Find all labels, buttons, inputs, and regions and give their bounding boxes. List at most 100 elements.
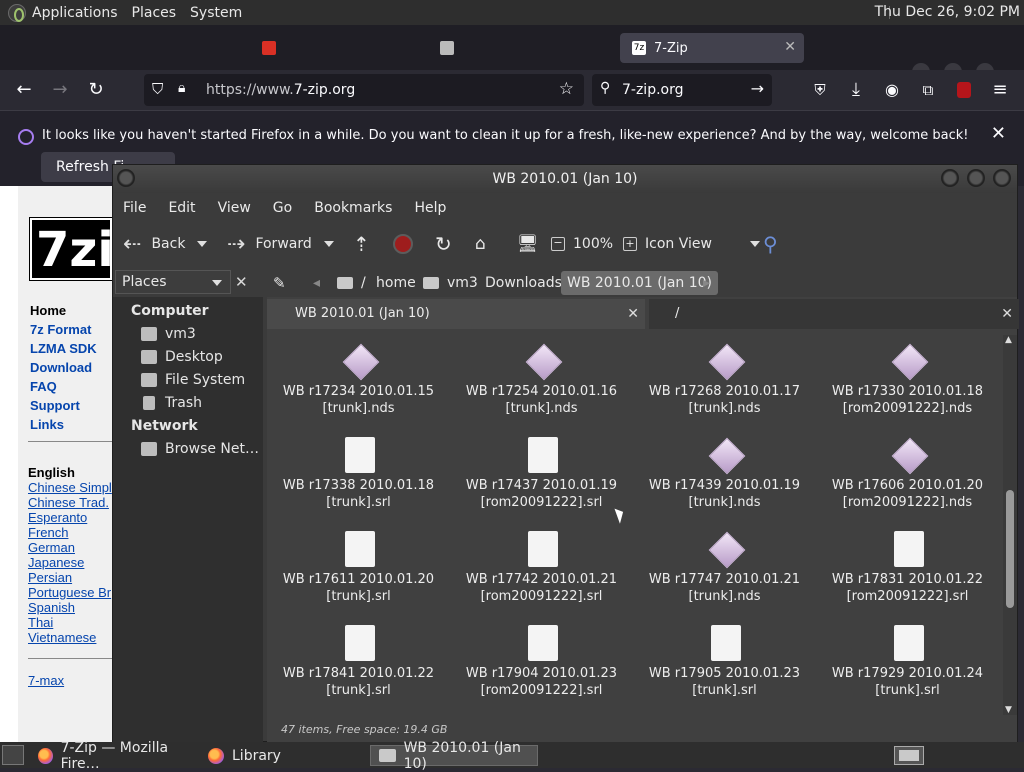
- go-arrow-icon[interactable]: →: [751, 79, 764, 98]
- ublock-icon[interactable]: [950, 76, 978, 104]
- hamburger-menu-icon[interactable]: ≡: [986, 76, 1014, 104]
- close-sidebar-icon[interactable]: ✕: [235, 273, 248, 291]
- sidebar-item-browse-network[interactable]: Browse Net…: [141, 441, 259, 457]
- breadcrumb-downloads[interactable]: Downloads: [485, 271, 562, 295]
- workspace-switcher[interactable]: [894, 746, 924, 765]
- vertical-scrollbar[interactable]: ▲ ▼: [1003, 335, 1017, 715]
- breadcrumb-left-arrow[interactable]: ◂: [313, 271, 320, 295]
- file-item[interactable]: WB r17338 2010.01.18 [trunk].srl: [267, 429, 450, 523]
- nav-7z-format[interactable]: 7z Format: [30, 322, 91, 337]
- show-desktop-button[interactable]: [2, 745, 24, 765]
- file-item[interactable]: WB r17905 2010.01.23 [trunk].srl: [633, 617, 816, 711]
- breadcrumb-current[interactable]: WB 2010.01 (Jan 10): [561, 271, 719, 295]
- distro-logo-icon[interactable]: [8, 3, 26, 22]
- window-titlebar[interactable]: WB 2010.01 (Jan 10): [113, 165, 1017, 193]
- menu-edit[interactable]: Edit: [168, 200, 195, 216]
- lang-link[interactable]: Japanese: [28, 555, 84, 570]
- nav-links[interactable]: Links: [30, 417, 64, 432]
- menu-go[interactable]: Go: [273, 200, 292, 216]
- file-item[interactable]: WB r17747 2010.01.21 [trunk].nds: [633, 523, 816, 617]
- sidebar-item-trash[interactable]: Trash: [141, 395, 202, 411]
- file-item[interactable]: WB r17904 2010.01.23 [rom20091222].srl: [450, 617, 633, 711]
- lang-link[interactable]: Esperanto: [28, 510, 87, 525]
- lang-link[interactable]: French: [28, 525, 68, 540]
- lang-link[interactable]: Thai: [28, 615, 53, 630]
- breadcrumb-vm3[interactable]: vm3: [423, 271, 478, 295]
- breadcrumb-right-arrow[interactable]: ▸: [703, 271, 710, 295]
- lang-link[interactable]: Persian: [28, 570, 72, 585]
- scroll-down-icon[interactable]: ▼: [1005, 705, 1012, 715]
- back-arrow-icon[interactable]: ←: [10, 76, 38, 104]
- account-icon[interactable]: ◉: [878, 76, 906, 104]
- up-arrow-icon[interactable]: ⇡: [353, 232, 370, 256]
- file-item[interactable]: WB r17234 2010.01.15 [trunk].nds: [267, 335, 450, 429]
- clock[interactable]: Thu Dec 26, 9:02 PM: [875, 4, 1020, 20]
- browser-tab-gmail[interactable]: [250, 33, 410, 63]
- close-notification-icon[interactable]: ✕: [991, 123, 1006, 144]
- forward-arrow-icon[interactable]: →: [46, 76, 74, 104]
- reload-icon[interactable]: ↻: [82, 76, 110, 104]
- lang-link[interactable]: Portuguese Br: [28, 585, 111, 600]
- close-tab-icon[interactable]: ✕: [627, 299, 639, 329]
- system-menu[interactable]: System: [190, 5, 242, 21]
- edit-location-icon[interactable]: ✎: [273, 271, 286, 295]
- window-menu-button[interactable]: [117, 169, 135, 187]
- sidebar-item-desktop[interactable]: Desktop: [141, 349, 223, 365]
- 7max-link[interactable]: 7-max: [28, 673, 64, 688]
- view-mode-select[interactable]: Icon View: [645, 233, 760, 255]
- taskbar-item-library[interactable]: Library: [200, 745, 366, 766]
- forward-button[interactable]: ⇢ Forward: [227, 232, 334, 257]
- file-item[interactable]: WB r17330 2010.01.18 [rom20091222].nds: [816, 335, 999, 429]
- pocket-icon[interactable]: ⛨: [806, 76, 834, 104]
- file-item[interactable]: WB r17929 2010.01.24 [trunk].srl: [816, 617, 999, 711]
- taskbar-item-file-manager[interactable]: WB 2010.01 (Jan 10): [370, 740, 538, 772]
- sidebar-item-filesystem[interactable]: File System: [141, 372, 245, 388]
- file-item[interactable]: WB r17742 2010.01.21 [rom20091222].srl: [450, 523, 633, 617]
- bookmark-star-icon[interactable]: ☆: [559, 79, 574, 99]
- back-history-dropdown[interactable]: [197, 241, 208, 247]
- lang-link[interactable]: Spanish: [28, 600, 75, 615]
- shield-icon[interactable]: ⛉: [152, 80, 163, 98]
- file-item[interactable]: WB r17437 2010.01.19 [rom20091222].srl: [450, 429, 633, 523]
- file-item[interactable]: WB r17841 2010.01.22 [trunk].srl: [267, 617, 450, 711]
- forward-history-dropdown[interactable]: [323, 241, 334, 247]
- applications-menu[interactable]: Applications: [32, 5, 118, 21]
- lang-link[interactable]: Vietnamese: [28, 630, 96, 645]
- nav-download[interactable]: Download: [30, 360, 92, 375]
- file-item[interactable]: WB r17268 2010.01.17 [trunk].nds: [633, 335, 816, 429]
- file-item[interactable]: WB r17439 2010.01.19 [trunk].nds: [633, 429, 816, 523]
- minimize-button[interactable]: [941, 169, 959, 187]
- file-item[interactable]: WB r17254 2010.01.16 [trunk].nds: [450, 335, 633, 429]
- search-icon[interactable]: ⚲: [763, 232, 778, 256]
- places-menu[interactable]: Places: [132, 5, 177, 21]
- extensions-icon[interactable]: ⧉: [914, 76, 942, 104]
- zoom-in-icon[interactable]: +: [623, 237, 638, 251]
- sidebar-item-vm3[interactable]: vm3: [141, 326, 196, 342]
- lang-link[interactable]: German: [28, 540, 75, 555]
- nav-faq[interactable]: FAQ: [30, 379, 57, 394]
- downloads-icon[interactable]: ⤓: [842, 76, 870, 104]
- tab-current-folder[interactable]: WB 2010.01 (Jan 10) ✕: [267, 299, 645, 329]
- scrollbar-thumb[interactable]: [1006, 490, 1014, 608]
- computer-icon[interactable]: 🖥︎: [517, 233, 539, 255]
- close-tab-icon[interactable]: ✕: [784, 39, 796, 55]
- file-item[interactable]: WB r17606 2010.01.20 [rom20091222].nds: [816, 429, 999, 523]
- close-window-button[interactable]: [993, 169, 1011, 187]
- menu-bookmarks[interactable]: Bookmarks: [314, 200, 392, 216]
- url-bar[interactable]: ⛉ 🔒︎ https://www.7-zip.org ☆: [144, 74, 584, 106]
- lang-link[interactable]: Chinese Trad.: [28, 495, 109, 510]
- menu-view[interactable]: View: [218, 200, 251, 216]
- scroll-up-icon[interactable]: ▲: [1005, 335, 1012, 345]
- maximize-button[interactable]: [967, 169, 985, 187]
- browser-tab-library[interactable]: [428, 33, 598, 63]
- nav-support[interactable]: Support: [30, 398, 80, 413]
- sidebar-selector[interactable]: Places: [115, 270, 231, 294]
- lang-link[interactable]: Chinese Simpl: [28, 480, 112, 495]
- file-item[interactable]: WB r17611 2010.01.20 [trunk].srl: [267, 523, 450, 617]
- breadcrumb-root[interactable]: /: [337, 271, 366, 295]
- lock-icon[interactable]: 🔒︎: [178, 80, 185, 96]
- taskbar-item-firefox[interactable]: 7-Zip — Mozilla Fire…: [30, 740, 198, 772]
- tab-root[interactable]: / ✕: [649, 299, 1019, 329]
- file-item[interactable]: WB r17831 2010.01.22 [rom20091222].srl: [816, 523, 999, 617]
- stop-button[interactable]: [393, 233, 413, 255]
